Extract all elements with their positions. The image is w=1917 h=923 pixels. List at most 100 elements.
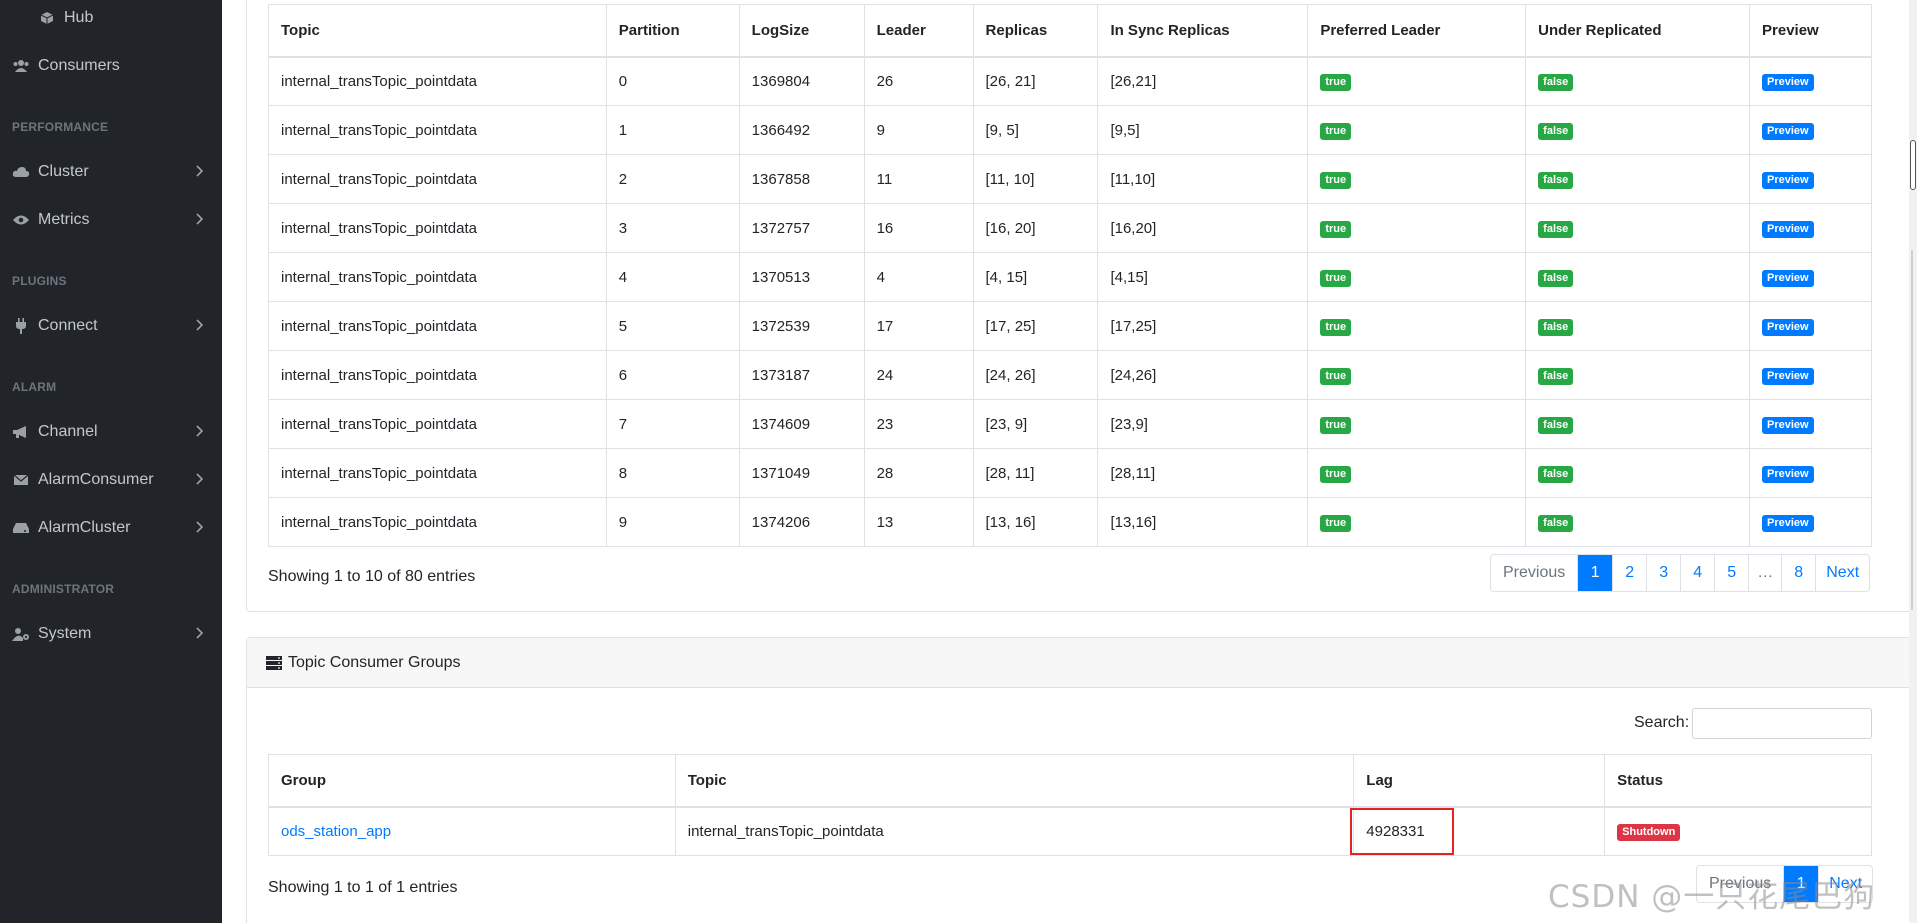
- column-header-under-replicated[interactable]: Under Replicated: [1525, 4, 1751, 58]
- cell-preview: Preview: [1749, 252, 1872, 302]
- cell-replicas: [17, 25]: [972, 301, 1099, 351]
- preferred-leader-badge: true: [1320, 416, 1352, 434]
- preview-button[interactable]: Preview: [1762, 220, 1814, 238]
- sidebar-item-metrics[interactable]: Metrics: [0, 200, 222, 240]
- table-row: internal_transTopic_pointdata 9 1374206 13[…: [268, 497, 1872, 547]
- sidebar-item-system[interactable]: System: [0, 614, 222, 654]
- cell-under-replicated: false: [1525, 448, 1751, 498]
- sidebar-item-cluster[interactable]: Cluster: [0, 152, 222, 192]
- pagination-previous[interactable]: Previous: [1697, 866, 1783, 902]
- cell-preview: Preview: [1749, 448, 1872, 498]
- cell-topic: internal_transTopic_pointdata: [268, 399, 607, 449]
- preview-button[interactable]: Preview: [1762, 465, 1814, 483]
- cell-leader: 24: [863, 350, 974, 400]
- table-row: internal_transTopic_pointdata 0 1369804 26[…: [268, 56, 1872, 106]
- pagination-page-1[interactable]: 1: [1577, 555, 1613, 591]
- table-row: internal_transTopic_pointdata 2 1367858 11[…: [268, 154, 1872, 204]
- cell-group: ods_station_app: [268, 806, 676, 856]
- column-header-group[interactable]: Group: [268, 754, 676, 808]
- column-header-preview[interactable]: Preview: [1749, 4, 1872, 58]
- pagination-page-1[interactable]: 1: [1783, 866, 1819, 902]
- under-replicated-badge: false: [1538, 514, 1574, 532]
- pagination-page-8[interactable]: 8: [1781, 555, 1815, 591]
- preferred-leader-badge: true: [1320, 122, 1352, 140]
- table-header-row: Group Topic Lag Status: [268, 754, 1872, 808]
- column-header-lag[interactable]: Lag: [1353, 754, 1606, 808]
- table-header-row: Topic Partition LogSize Leader Replicas …: [268, 4, 1872, 58]
- column-header-partition[interactable]: Partition: [605, 4, 740, 58]
- preview-button[interactable]: Preview: [1762, 122, 1814, 140]
- column-header-in-sync-replicas[interactable]: In Sync Replicas: [1097, 4, 1309, 58]
- hdd-icon: [12, 519, 30, 537]
- cell-replicas: [13, 16]: [972, 497, 1099, 547]
- cell-under-replicated: false: [1525, 56, 1751, 106]
- scrollbar-thumb[interactable]: [1910, 140, 1916, 190]
- column-header-preferred-leader[interactable]: Preferred Leader: [1307, 4, 1527, 58]
- sidebar-item-hub[interactable]: Hub: [0, 0, 222, 38]
- sidebar-item-label: Cluster: [38, 163, 89, 180]
- search-input[interactable]: [1692, 708, 1872, 739]
- chevron-right-icon: [192, 472, 206, 486]
- cell-topic: internal_transTopic_pointdata: [268, 301, 607, 351]
- chevron-right-icon: [192, 626, 206, 640]
- search-label: Search:: [1634, 714, 1690, 731]
- preview-button[interactable]: Preview: [1762, 318, 1814, 336]
- preview-button[interactable]: Preview: [1762, 367, 1814, 385]
- sidebar-item-consumers[interactable]: Consumers: [0, 46, 222, 86]
- cell-topic: internal_transTopic_pointdata: [268, 350, 607, 400]
- cell-topic: internal_transTopic_pointdata: [674, 806, 1355, 856]
- sidebar-item-alarm-consumer[interactable]: AlarmConsumer: [0, 460, 222, 500]
- cell-under-replicated: false: [1525, 350, 1751, 400]
- preview-button[interactable]: Preview: [1762, 171, 1814, 189]
- preferred-leader-badge: true: [1320, 220, 1352, 238]
- cell-leader: 4: [863, 252, 974, 302]
- pagination-next[interactable]: Next: [1815, 555, 1869, 591]
- column-header-topic[interactable]: Topic: [674, 754, 1355, 808]
- cell-replicas: [23, 9]: [972, 399, 1099, 449]
- table-row: internal_transTopic_pointdata 5 1372539 17[…: [268, 301, 1872, 351]
- pagination-page-4[interactable]: 4: [1680, 555, 1714, 591]
- cell-replicas: [4, 15]: [972, 252, 1099, 302]
- pagination-page-2[interactable]: 2: [1612, 555, 1646, 591]
- cell-isr: [4,15]: [1097, 252, 1309, 302]
- table-row: internal_transTopic_pointdata 3 1372757 16[…: [268, 203, 1872, 253]
- status-badge: Shutdown: [1617, 823, 1681, 841]
- cell-partition: 5: [605, 301, 740, 351]
- table-row: internal_transTopic_pointdata 6 1373187 24[…: [268, 350, 1872, 400]
- cell-preferred-leader: true: [1307, 203, 1527, 253]
- pagination-page-5[interactable]: 5: [1714, 555, 1748, 591]
- cell-topic: internal_transTopic_pointdata: [268, 56, 607, 106]
- group-link[interactable]: ods_station_app: [281, 823, 391, 840]
- under-replicated-badge: false: [1538, 122, 1574, 140]
- sidebar-item-label: AlarmConsumer: [38, 471, 154, 488]
- cell-isr: [9,5]: [1097, 105, 1309, 155]
- cell-under-replicated: false: [1525, 105, 1751, 155]
- sidebar-item-channel[interactable]: Channel: [0, 412, 222, 452]
- pagination-next[interactable]: Next: [1818, 866, 1872, 902]
- under-replicated-badge: false: [1538, 367, 1574, 385]
- column-header-replicas[interactable]: Replicas: [972, 4, 1099, 58]
- cell-preview: Preview: [1749, 105, 1872, 155]
- column-header-topic[interactable]: Topic: [268, 4, 607, 58]
- preview-button[interactable]: Preview: [1762, 269, 1814, 287]
- partitions-pagination: Previous 1 2 3 4 5 … 8 Next: [1490, 554, 1871, 592]
- cell-leader: 16: [863, 203, 974, 253]
- sidebar-item-connect[interactable]: Connect: [0, 306, 222, 346]
- cell-under-replicated: false: [1525, 203, 1751, 253]
- pagination-previous[interactable]: Previous: [1491, 555, 1577, 591]
- pagination-page-3[interactable]: 3: [1646, 555, 1680, 591]
- preview-button[interactable]: Preview: [1762, 416, 1814, 434]
- cell-preferred-leader: true: [1307, 350, 1527, 400]
- chevron-right-icon: [192, 520, 206, 534]
- sidebar-item-alarm-cluster[interactable]: AlarmCluster: [0, 508, 222, 548]
- column-header-leader[interactable]: Leader: [863, 4, 974, 58]
- cell-under-replicated: false: [1525, 497, 1751, 547]
- consumer-groups-pagination: Previous 1 Next: [1696, 865, 1874, 903]
- column-header-logsize[interactable]: LogSize: [738, 4, 865, 58]
- column-header-status[interactable]: Status: [1604, 754, 1872, 808]
- preview-button[interactable]: Preview: [1762, 514, 1814, 532]
- card-title: Topic Consumer Groups: [288, 653, 461, 671]
- cell-leader: 13: [863, 497, 974, 547]
- preview-button[interactable]: Preview: [1762, 73, 1814, 91]
- under-replicated-badge: false: [1538, 220, 1574, 238]
